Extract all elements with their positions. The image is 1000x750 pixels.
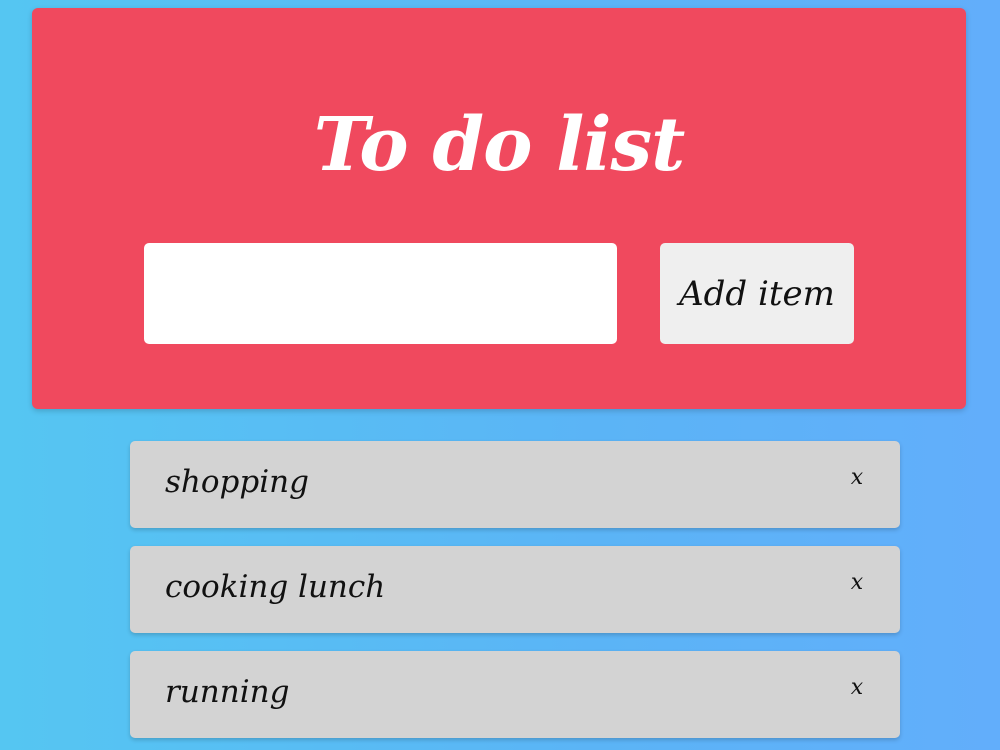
todo-list: shopping x cooking lunch x running x [130,441,900,750]
delete-item-button[interactable]: x [842,673,872,703]
page-title: To do list [313,102,686,188]
list-item-label: shopping [165,464,309,500]
list-item: cooking lunch x [130,546,900,633]
list-item-label: running [165,674,290,710]
delete-item-button[interactable]: x [842,568,872,598]
list-item: running x [130,651,900,738]
list-item: shopping x [130,441,900,528]
header-card: To do list Add item [32,8,966,409]
delete-item-button[interactable]: x [842,463,872,493]
new-item-input[interactable] [144,243,617,344]
add-item-button[interactable]: Add item [660,243,854,344]
list-item-label: cooking lunch [165,569,386,605]
